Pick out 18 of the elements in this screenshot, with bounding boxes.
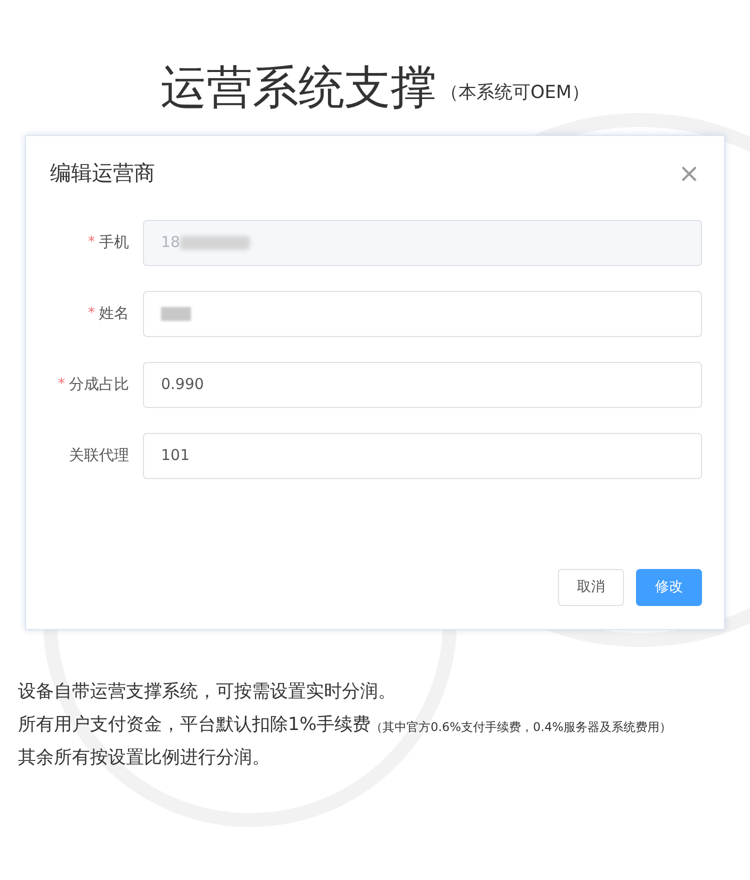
input-field[interactable] (143, 290, 702, 336)
required-mark: * (88, 304, 95, 323)
fee-note: （其中官方0.6%支付手续费，0.4%服务器及系统费用） (370, 719, 672, 736)
dialog-title: 编辑运营商 (50, 160, 155, 187)
field-label: 关联代理 (69, 445, 129, 466)
description-text: 其余所有按设置比例进行分润。 (18, 746, 270, 770)
page-heading: 运营系统支撑 (160, 64, 436, 110)
input-field[interactable]: 0.990 (143, 362, 702, 408)
description-text: 所有用户支付资金，平台默认扣除1%手续费 (18, 713, 371, 737)
input-field[interactable]: 101 (143, 432, 702, 478)
description-text: 设备自带运营支撑系统，可按需设置实时分润。 (18, 680, 396, 704)
required-mark: * (58, 375, 65, 394)
field-label: 姓名 (99, 303, 129, 324)
heading-note: （本系统可OEM） (440, 81, 590, 105)
cancel-button[interactable]: 取消 (558, 569, 624, 606)
required-mark: * (88, 233, 95, 252)
field-label: 分成占比 (69, 374, 129, 396)
field-label: 手机 (99, 232, 129, 254)
